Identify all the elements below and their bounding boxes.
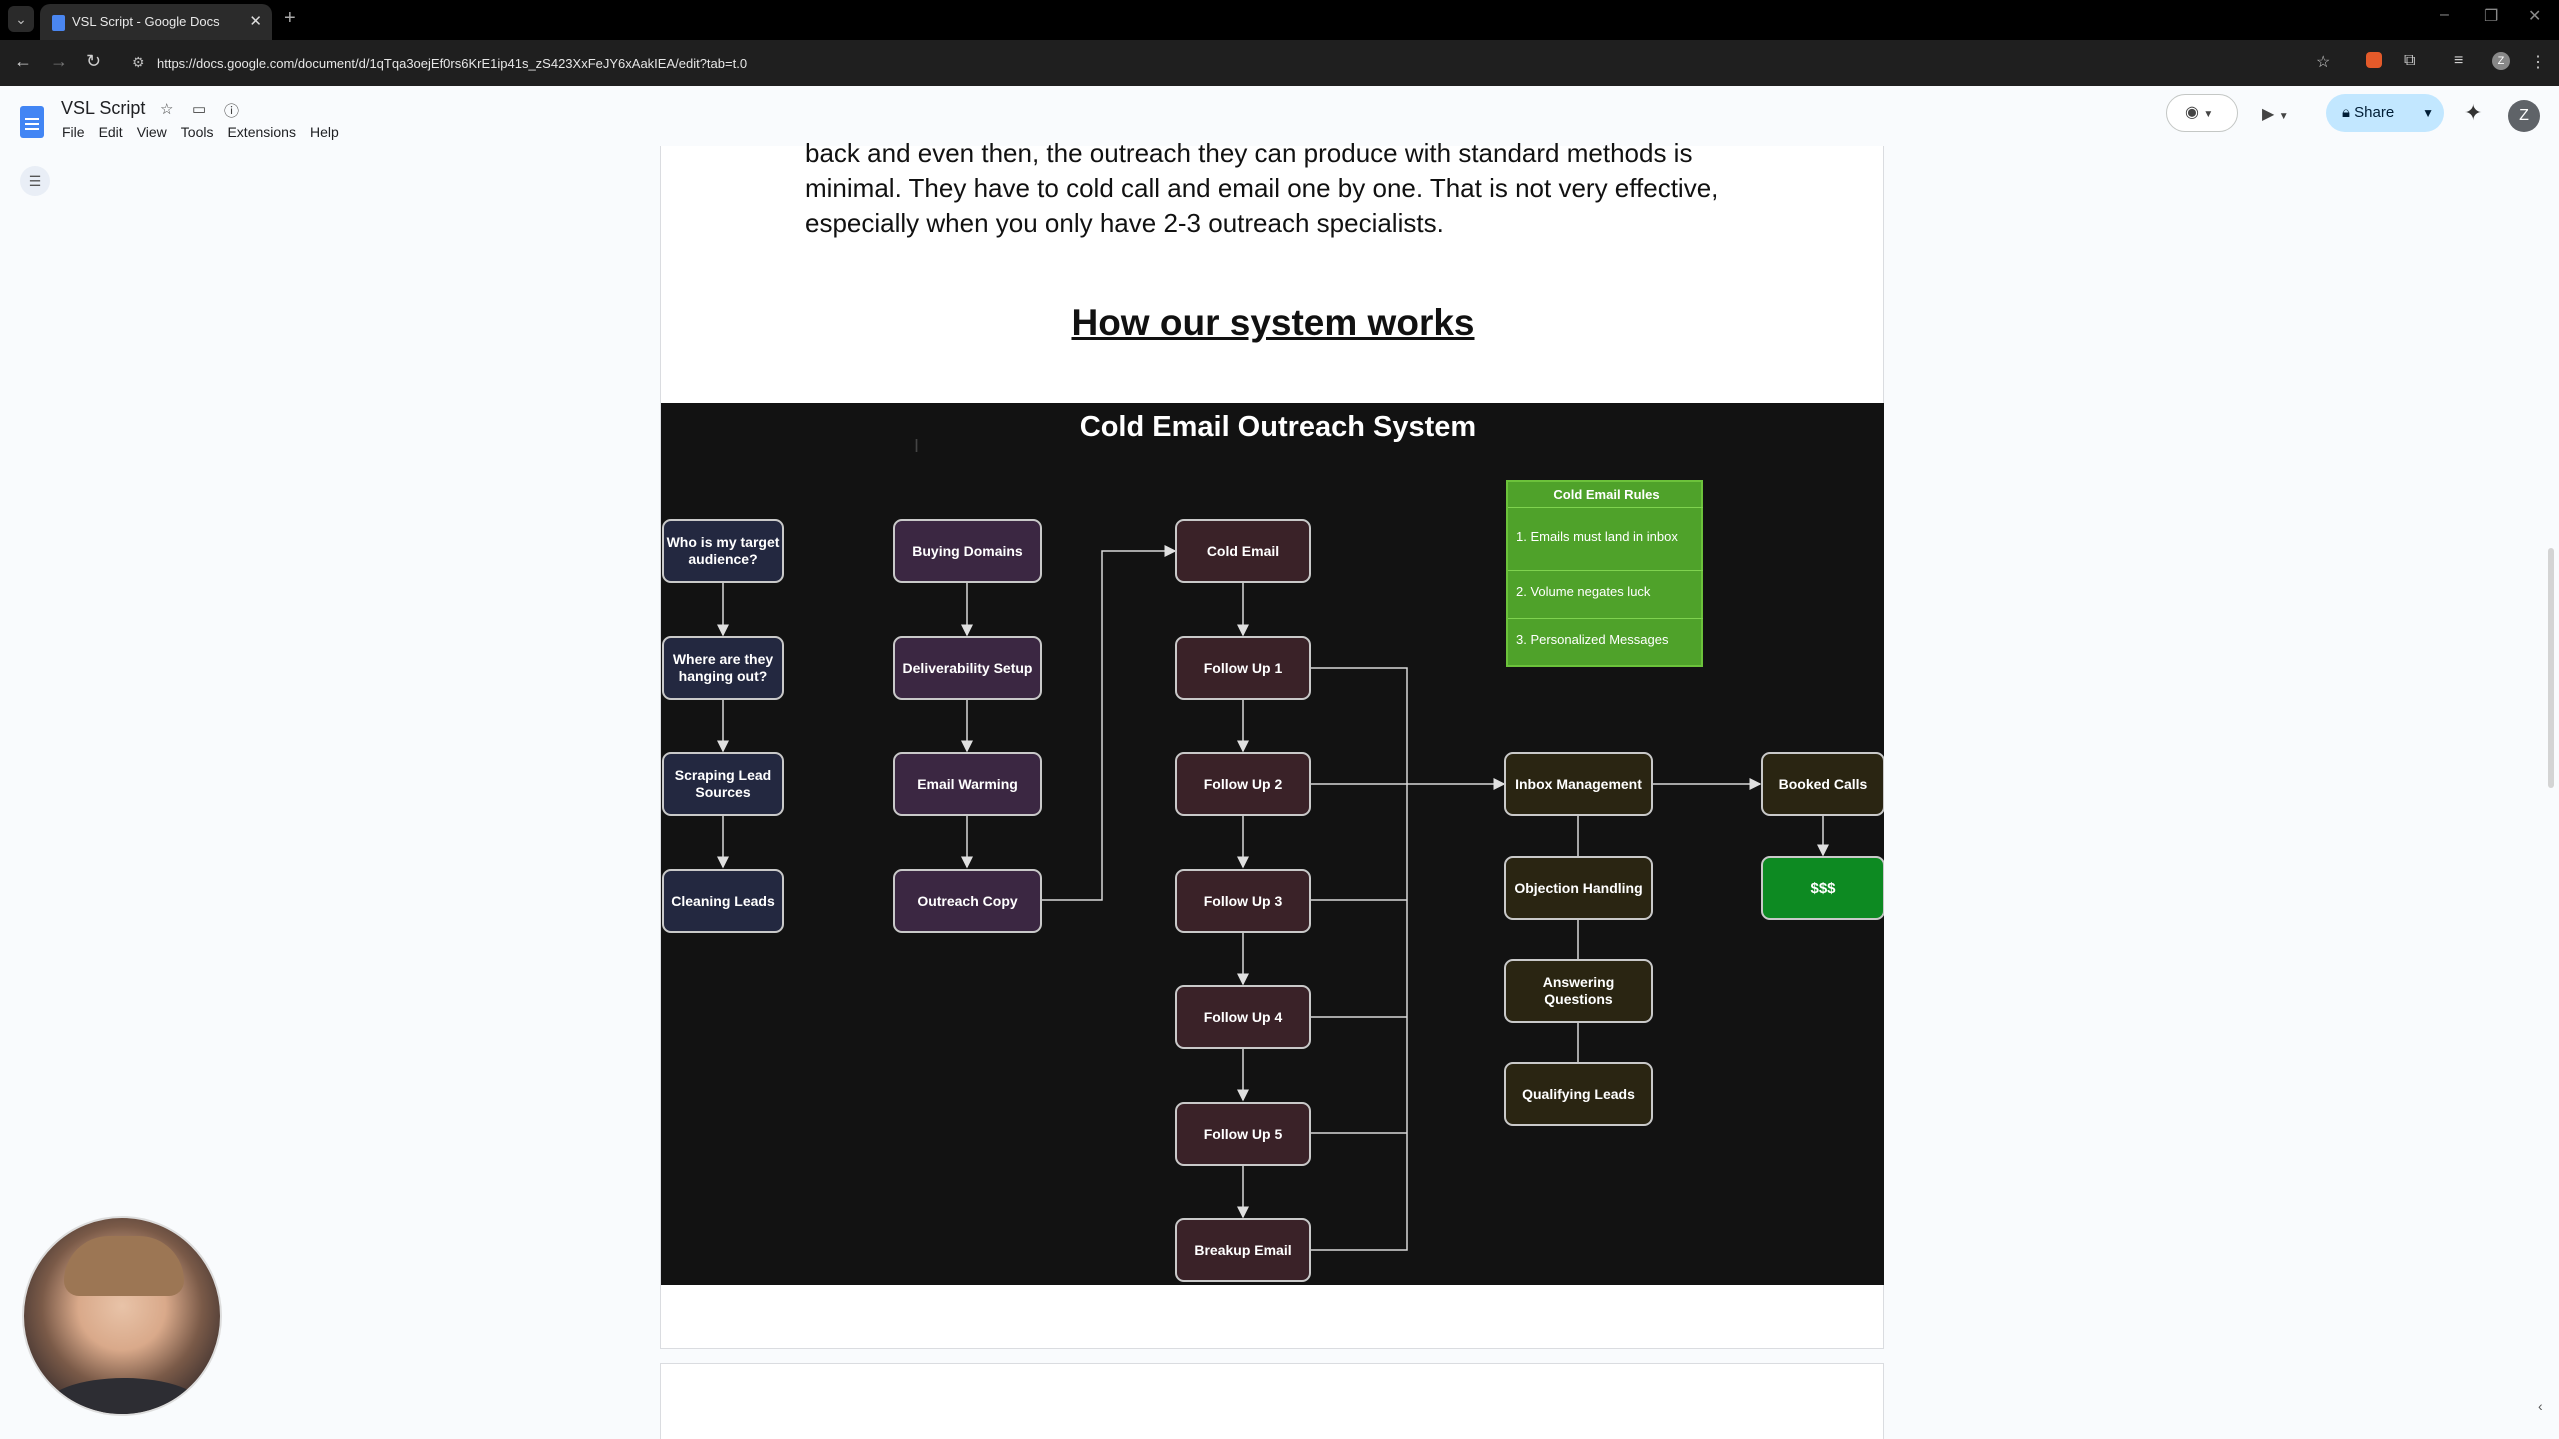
diagram-node-cold-email: Cold Email <box>1175 519 1311 583</box>
docs-favicon-icon <box>52 15 65 31</box>
restore-icon[interactable]: ❐ <box>2484 6 2498 26</box>
rule-item: 2. Volume negates luck <box>1516 584 1651 599</box>
document-title[interactable]: VSL Script <box>61 98 145 119</box>
move-folder-icon[interactable]: ▭ <box>192 100 206 118</box>
diagram-node-money: $$$ <box>1761 856 1884 920</box>
next-document-page[interactable] <box>660 1363 1884 1439</box>
lock-icon: 🔒︎ <box>2342 104 2350 121</box>
diagram-node-buying-domains: Buying Domains <box>893 519 1042 583</box>
rules-divider <box>1508 507 1703 508</box>
diagram-node-follow-up-5: Follow Up 5 <box>1175 1102 1311 1166</box>
diagram-node-hanging-out: Where are they hanging out? <box>662 636 784 700</box>
diagram-node-objection-handling: Objection Handling <box>1504 856 1653 920</box>
browser-profile-icon[interactable]: Z <box>2492 52 2510 70</box>
paragraph-line: minimal. They have to cold call and emai… <box>805 173 1719 203</box>
share-options-chevron-icon[interactable]: ▼ <box>2422 94 2434 132</box>
chevron-down-icon: ▼ <box>2278 111 2289 122</box>
diagram-node-follow-up-3: Follow Up 3 <box>1175 869 1311 933</box>
url-text: https://docs.google.com/document/d/1qTqa… <box>157 56 748 71</box>
document-outline-button[interactable]: ☰ <box>20 166 50 196</box>
eye-icon: ◉ <box>2185 104 2199 121</box>
forward-icon[interactable]: → <box>50 51 68 72</box>
extension-icon[interactable] <box>2366 52 2382 68</box>
star-icon[interactable]: ☆ <box>160 100 173 118</box>
video-camera-icon: ▶ <box>2262 106 2275 123</box>
text-cursor-icon: I <box>914 436 920 456</box>
side-panel-toggle-icon[interactable]: ‹ <box>2538 1398 2558 1424</box>
presenter-hair <box>64 1236 184 1296</box>
close-window-icon[interactable]: ✕ <box>2528 6 2541 26</box>
menu-file[interactable]: File <box>62 124 85 140</box>
rule-item: 3. Personalized Messages <box>1516 632 1669 647</box>
meet-button[interactable]: ▶ ▼ <box>2262 104 2289 124</box>
menu-help[interactable]: Help <box>310 124 339 140</box>
webcam-overlay <box>22 1216 222 1416</box>
browser-toolbar: ← → ↻ ⚙ https://docs.google.com/document… <box>0 40 2559 86</box>
browser-tab[interactable]: VSL Script - Google Docs ✕ <box>40 4 272 40</box>
vertical-scrollbar[interactable] <box>2548 548 2554 788</box>
rules-divider <box>1508 570 1703 571</box>
diagram-node-breakup-email: Breakup Email <box>1175 1218 1311 1282</box>
media-control-icon[interactable]: ≡ <box>2454 52 2463 70</box>
diagram-node-follow-up-2: Follow Up 2 <box>1175 752 1311 816</box>
diagram-node-answering-questions: Answering Questions <box>1504 959 1653 1023</box>
diagram-node-booked-calls: Booked Calls <box>1761 752 1884 816</box>
cold-email-system-diagram[interactable]: Cold Email Outreach System Who is my tar… <box>661 403 1884 1285</box>
rule-item: 1. Emails must land in inbox <box>1516 529 1678 544</box>
tab-title: VSL Script - Google Docs <box>72 14 220 29</box>
paragraph-line: especially when you only have 2-3 outrea… <box>805 208 1444 238</box>
share-button[interactable]: 🔒︎ Share ▼ <box>2326 94 2444 132</box>
paragraph-line: back and even then, the outreach they ca… <box>805 138 1693 168</box>
address-bar[interactable]: ⚙ https://docs.google.com/document/d/1qT… <box>120 46 2340 80</box>
docs-logo-icon[interactable] <box>20 106 44 138</box>
view-mode-button[interactable]: ◉ ▼ <box>2166 94 2238 132</box>
menu-view[interactable]: View <box>137 124 167 140</box>
document-status-icon[interactable]: ⓘ <box>224 100 239 121</box>
minimize-icon[interactable]: – <box>2440 6 2449 24</box>
diagram-node-outreach-copy: Outreach Copy <box>893 869 1042 933</box>
diagram-node-email-warming: Email Warming <box>893 752 1042 816</box>
presenter-shirt <box>44 1378 204 1414</box>
gemini-sparkle-icon[interactable]: ✦ <box>2464 100 2482 126</box>
docs-menu-bar: File Edit View Tools Extensions Help <box>62 124 339 140</box>
diagram-node-target-audience: Who is my target audience? <box>662 519 784 583</box>
diagram-node-follow-up-4: Follow Up 4 <box>1175 985 1311 1049</box>
extensions-icon[interactable]: ⧉ <box>2404 52 2415 70</box>
diagram-title: Cold Email Outreach System <box>1079 411 1477 443</box>
close-tab-icon[interactable]: ✕ <box>249 12 262 30</box>
reload-icon[interactable]: ↻ <box>86 51 101 72</box>
diagram-node-qualifying-leads: Qualifying Leads <box>1504 1062 1653 1126</box>
menu-extensions[interactable]: Extensions <box>227 124 295 140</box>
rules-divider <box>1508 618 1703 619</box>
account-avatar[interactable]: Z <box>2508 100 2540 132</box>
diagram-node-follow-up-1: Follow Up 1 <box>1175 636 1311 700</box>
cold-email-rules-box: Cold Email Rules 1. Emails must land in … <box>1506 480 1703 667</box>
new-tab-icon[interactable]: + <box>284 7 296 30</box>
tab-search-icon[interactable]: ⌄ <box>8 6 34 32</box>
body-paragraph[interactable]: back and even then, the outreach they ca… <box>805 136 1745 241</box>
menu-tools[interactable]: Tools <box>181 124 214 140</box>
chevron-down-icon: ▼ <box>2203 109 2214 120</box>
bookmark-star-icon[interactable]: ☆ <box>2316 52 2330 72</box>
back-icon[interactable]: ← <box>14 51 32 72</box>
rules-title: Cold Email Rules <box>1553 487 1660 502</box>
browser-tab-strip: ⌄ VSL Script - Google Docs ✕ + – ❐ ✕ <box>0 0 2559 40</box>
section-heading[interactable]: How our system works <box>661 302 1885 344</box>
diagram-node-cleaning-leads: Cleaning Leads <box>662 869 784 933</box>
site-info-icon[interactable]: ⚙ <box>132 54 145 71</box>
browser-menu-icon[interactable]: ⋮ <box>2530 52 2546 72</box>
diagram-node-scraping-lead-sources: Scraping Lead Sources <box>662 752 784 816</box>
diagram-node-inbox-management: Inbox Management <box>1504 752 1653 816</box>
share-label: Share <box>2354 104 2395 121</box>
menu-edit[interactable]: Edit <box>99 124 123 140</box>
diagram-node-deliverability-setup: Deliverability Setup <box>893 636 1042 700</box>
